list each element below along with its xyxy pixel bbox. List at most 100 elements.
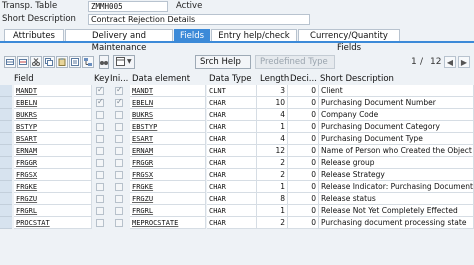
row-selector[interactable] bbox=[0, 181, 12, 193]
data-element-cell[interactable]: BUKRS bbox=[130, 109, 206, 121]
hierarchy-button[interactable] bbox=[82, 56, 94, 68]
column-header-length[interactable]: Length bbox=[260, 73, 289, 85]
length-cell[interactable]: 4 bbox=[257, 109, 288, 121]
field-name-cell[interactable]: FRGZU bbox=[14, 193, 92, 205]
data-type-cell[interactable]: CHAR bbox=[207, 97, 257, 109]
delete-row-button[interactable] bbox=[17, 56, 29, 68]
search-help-button[interactable]: Srch Help bbox=[195, 55, 251, 69]
row-selector[interactable] bbox=[0, 121, 12, 133]
data-element-cell[interactable]: FRGKE bbox=[130, 181, 206, 193]
short-description-cell[interactable]: Purchasing Document Number bbox=[319, 97, 474, 109]
data-type-cell[interactable]: CHAR bbox=[207, 181, 257, 193]
key-checkbox[interactable] bbox=[96, 183, 104, 191]
decimals-cell[interactable]: 0 bbox=[288, 157, 319, 169]
table-row[interactable]: BSART ESART CHAR 4 0 Purchasing Document Type bbox=[0, 133, 474, 145]
description-field[interactable]: Contract Rejection Details bbox=[88, 14, 310, 25]
column-header-key[interactable]: Key bbox=[94, 73, 109, 85]
decimals-cell[interactable]: 0 bbox=[288, 181, 319, 193]
tab-entry-help-check[interactable]: Entry help/check bbox=[211, 29, 297, 41]
copy-button[interactable] bbox=[43, 56, 55, 68]
tab-attributes[interactable]: Attributes bbox=[4, 29, 64, 41]
decimals-cell[interactable]: 0 bbox=[288, 169, 319, 181]
row-selector[interactable] bbox=[0, 217, 12, 229]
column-header-field[interactable]: Field bbox=[14, 73, 34, 85]
short-description-cell[interactable]: Purchasing Document Category bbox=[319, 121, 474, 133]
decimals-cell[interactable]: 0 bbox=[288, 121, 319, 133]
table-row[interactable]: FRGZU FRGZU CHAR 8 0 Release status bbox=[0, 193, 474, 205]
field-name-cell[interactable]: BSTYP bbox=[14, 121, 92, 133]
initial-checkbox[interactable] bbox=[115, 147, 123, 155]
key-checkbox[interactable] bbox=[96, 171, 104, 179]
field-name-cell[interactable]: ERNAM bbox=[14, 145, 92, 157]
data-type-cell[interactable]: CHAR bbox=[207, 157, 257, 169]
table-row[interactable]: FRGRL FRGRL CHAR 1 0 Release Not Yet Complete… bbox=[0, 205, 474, 217]
length-cell[interactable]: 8 bbox=[257, 193, 288, 205]
data-element-cell[interactable]: EBELN bbox=[130, 97, 206, 109]
field-name-cell[interactable]: FRGKE bbox=[14, 181, 92, 193]
key-checkbox[interactable] bbox=[96, 123, 104, 131]
length-cell[interactable]: 2 bbox=[257, 157, 288, 169]
initial-checkbox[interactable] bbox=[115, 159, 123, 167]
data-type-cell[interactable]: CHAR bbox=[207, 133, 257, 145]
initial-checkbox[interactable] bbox=[115, 111, 123, 119]
data-element-cell[interactable]: MANDT bbox=[130, 85, 206, 97]
table-row[interactable]: ERNAM ERNAM CHAR 12 0 Name of Person who Crea… bbox=[0, 145, 474, 157]
table-row[interactable]: FRGSX FRGSX CHAR 2 0 Release Strategy bbox=[0, 169, 474, 181]
decimals-cell[interactable]: 0 bbox=[288, 205, 319, 217]
predefined-type-button[interactable]: Predefined Type bbox=[255, 55, 335, 69]
short-description-cell[interactable]: Release group bbox=[319, 157, 474, 169]
data-type-cell[interactable]: CHAR bbox=[207, 145, 257, 157]
table-row[interactable]: BSTYP EBSTYP CHAR 1 0 Purchasing Document Cat… bbox=[0, 121, 474, 133]
length-cell[interactable]: 2 bbox=[257, 217, 288, 229]
table-name-field[interactable]: ZMMH005 bbox=[88, 1, 168, 12]
row-selector[interactable] bbox=[0, 169, 12, 181]
row-selector[interactable] bbox=[0, 109, 12, 121]
short-description-cell[interactable]: Release Strategy bbox=[319, 169, 474, 181]
data-type-cell[interactable]: CHAR bbox=[207, 193, 257, 205]
row-selector[interactable] bbox=[0, 145, 12, 157]
length-cell[interactable]: 3 bbox=[257, 85, 288, 97]
short-description-cell[interactable]: Purchasing Document Type bbox=[319, 133, 474, 145]
layout-button[interactable]: ▼ bbox=[113, 55, 135, 69]
table-row[interactable]: EBELN EBELN CHAR 10 0 Purchasing Document Num… bbox=[0, 97, 474, 109]
data-type-cell[interactable]: CLNT bbox=[207, 85, 257, 97]
data-element-cell[interactable]: EBSTYP bbox=[130, 121, 206, 133]
data-type-cell[interactable]: CHAR bbox=[207, 121, 257, 133]
initial-checkbox[interactable] bbox=[115, 183, 123, 191]
initial-checkbox[interactable] bbox=[115, 207, 123, 215]
details-button[interactable] bbox=[69, 56, 81, 68]
decimals-cell[interactable]: 0 bbox=[288, 217, 319, 229]
row-selector[interactable] bbox=[0, 133, 12, 145]
data-element-cell[interactable]: FRGZU bbox=[130, 193, 206, 205]
table-row[interactable]: PROCSTAT MEPROCSTATE CHAR 2 0 Purchasing docu… bbox=[0, 217, 474, 229]
short-description-cell[interactable]: Release Not Yet Completely Effected bbox=[319, 205, 474, 217]
short-description-cell[interactable]: Name of Person who Created the Object bbox=[319, 145, 474, 157]
decimals-cell[interactable]: 0 bbox=[288, 145, 319, 157]
column-header-data-element[interactable]: Data element bbox=[132, 73, 190, 85]
key-checkbox[interactable] bbox=[96, 85, 104, 95]
column-header-decimals[interactable]: Deci... bbox=[290, 73, 317, 85]
column-header-initial[interactable]: Ini... bbox=[110, 73, 128, 85]
initial-checkbox[interactable] bbox=[115, 85, 123, 95]
data-element-cell[interactable]: ESART bbox=[130, 133, 206, 145]
data-element-cell[interactable]: ERNAM bbox=[130, 145, 206, 157]
length-cell[interactable]: 4 bbox=[257, 133, 288, 145]
short-description-cell[interactable]: Release Indicator: Purchasing Document bbox=[319, 181, 474, 193]
field-name-cell[interactable]: BSART bbox=[14, 133, 92, 145]
key-checkbox[interactable] bbox=[96, 159, 104, 167]
decimals-cell[interactable]: 0 bbox=[288, 97, 319, 109]
key-checkbox[interactable] bbox=[96, 147, 104, 155]
row-selector[interactable] bbox=[0, 85, 12, 97]
field-name-cell[interactable]: FRGRL bbox=[14, 205, 92, 217]
decimals-cell[interactable]: 0 bbox=[288, 193, 319, 205]
length-cell[interactable]: 1 bbox=[257, 121, 288, 133]
field-name-cell[interactable]: BUKRS bbox=[14, 109, 92, 121]
column-header-data-type[interactable]: Data Type bbox=[209, 73, 252, 85]
data-type-cell[interactable]: CHAR bbox=[207, 109, 257, 121]
data-type-cell[interactable]: CHAR bbox=[207, 217, 257, 229]
key-checkbox[interactable] bbox=[96, 195, 104, 203]
initial-checkbox[interactable] bbox=[115, 97, 123, 107]
key-checkbox[interactable] bbox=[96, 111, 104, 119]
length-cell[interactable]: 2 bbox=[257, 169, 288, 181]
data-type-cell[interactable]: CHAR bbox=[207, 169, 257, 181]
